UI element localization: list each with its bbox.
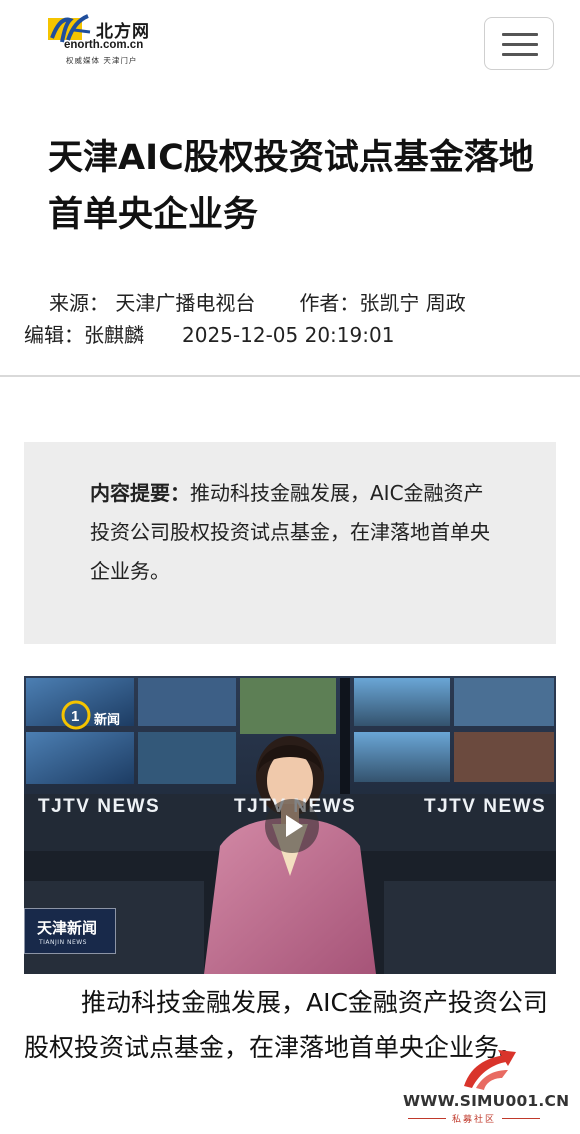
enorth-logo[interactable]: 北方网 enorth.com.cn 权威媒体 天津门户 bbox=[48, 14, 160, 68]
program-badge-text: 天津新闻 bbox=[37, 919, 98, 937]
simu-watermark: WWW.SIMU001.CN 私募社区 bbox=[400, 1048, 578, 1128]
channel-logo-text: 新闻 bbox=[94, 713, 121, 728]
hamburger-menu-icon bbox=[502, 33, 538, 36]
author-value: 张凯宁 周政 bbox=[359, 291, 466, 315]
play-icon[interactable] bbox=[265, 799, 319, 853]
editor-value: 张麒麟 bbox=[84, 323, 144, 347]
news-video-player[interactable]: TJTV NEWS TJTV NEWS TJTV NEWS 1 新闻 天津新闻 … bbox=[24, 676, 556, 974]
article-title: 天津AIC股权投资试点基金落地首单央企业务 bbox=[48, 138, 534, 235]
watermark-subtitle: 私募社区 bbox=[407, 1112, 541, 1125]
program-badge-en: TIANJIN NEWS bbox=[39, 939, 87, 946]
header-divider bbox=[0, 375, 580, 377]
logo-domain: enorth.com.cn bbox=[64, 39, 144, 51]
source-label: 来源： bbox=[49, 291, 109, 315]
logo-tagline: 权威媒体 天津门户 bbox=[66, 56, 138, 65]
article-meta: 来源： 天津广播电视台 作者：张凯宁 周政 编辑：张麒麟 2025-12-05 20… bbox=[24, 287, 564, 351]
summary-box: 内容提要：推动科技金融发展，AIC金融资产投资公司股权投资试点基金，在津落地首单… bbox=[24, 442, 556, 644]
watermark-url: WWW.SIMU001.CN bbox=[403, 1092, 570, 1110]
channel-1-logo-icon: 1 bbox=[61, 700, 91, 730]
summary-label: 内容提要： bbox=[90, 481, 190, 505]
video-banner-left: TJTV NEWS bbox=[38, 796, 161, 817]
summary-text: 内容提要：推动科技金融发展，AIC金融资产投资公司股权投资试点基金，在津落地首单… bbox=[90, 474, 500, 591]
simu-logo-icon bbox=[464, 1050, 516, 1090]
publish-datetime: 2025-12-05 20:19:01 bbox=[182, 323, 395, 347]
site-header: 北方网 enorth.com.cn 权威媒体 天津门户 bbox=[0, 0, 580, 88]
program-badge: 天津新闻 TIANJIN NEWS bbox=[24, 908, 116, 954]
source-value: 天津广播电视台 bbox=[115, 291, 256, 315]
author-label: 作者： bbox=[299, 291, 360, 315]
editor-label: 编辑： bbox=[24, 323, 84, 347]
video-banner-right: TJTV NEWS bbox=[424, 796, 547, 817]
menu-button[interactable] bbox=[484, 17, 554, 70]
channel-number: 1 bbox=[71, 708, 79, 725]
